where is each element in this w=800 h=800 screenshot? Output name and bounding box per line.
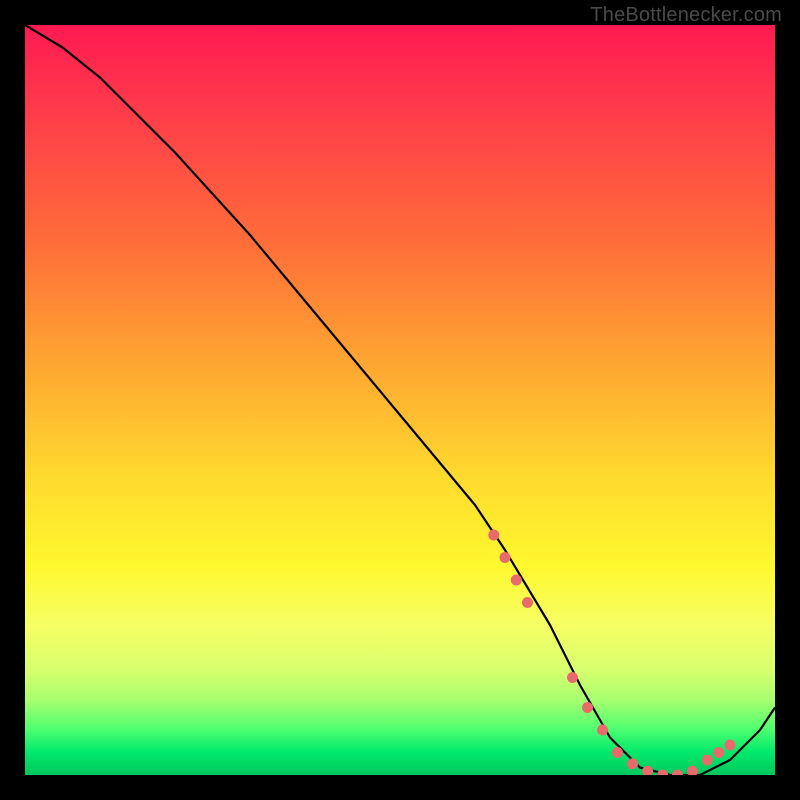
valley-marker-3 xyxy=(511,575,522,586)
valley-marker-12 xyxy=(672,770,683,776)
valley-marker-2 xyxy=(500,552,511,563)
valley-marker-4 xyxy=(522,597,533,608)
valley-marker-13 xyxy=(687,766,698,775)
curve-layer xyxy=(25,25,775,775)
watermark: TheBottlenecker.com xyxy=(590,4,782,27)
valley-marker-11 xyxy=(657,770,668,776)
valley-marker-7 xyxy=(597,725,608,736)
valley-marker-9 xyxy=(627,758,638,769)
valley-marker-16 xyxy=(725,740,736,751)
valley-marker-5 xyxy=(567,672,578,683)
bottleneck-curve xyxy=(25,25,775,775)
valley-marker-10 xyxy=(642,766,653,775)
plot-area xyxy=(25,25,775,775)
chart-stage: TheBottlenecker.com xyxy=(0,0,800,800)
valley-marker-6 xyxy=(582,702,593,713)
valley-marker-8 xyxy=(612,747,623,758)
valley-marker-1 xyxy=(488,530,499,541)
valley-marker-15 xyxy=(713,747,724,758)
valley-marker-14 xyxy=(702,755,713,766)
